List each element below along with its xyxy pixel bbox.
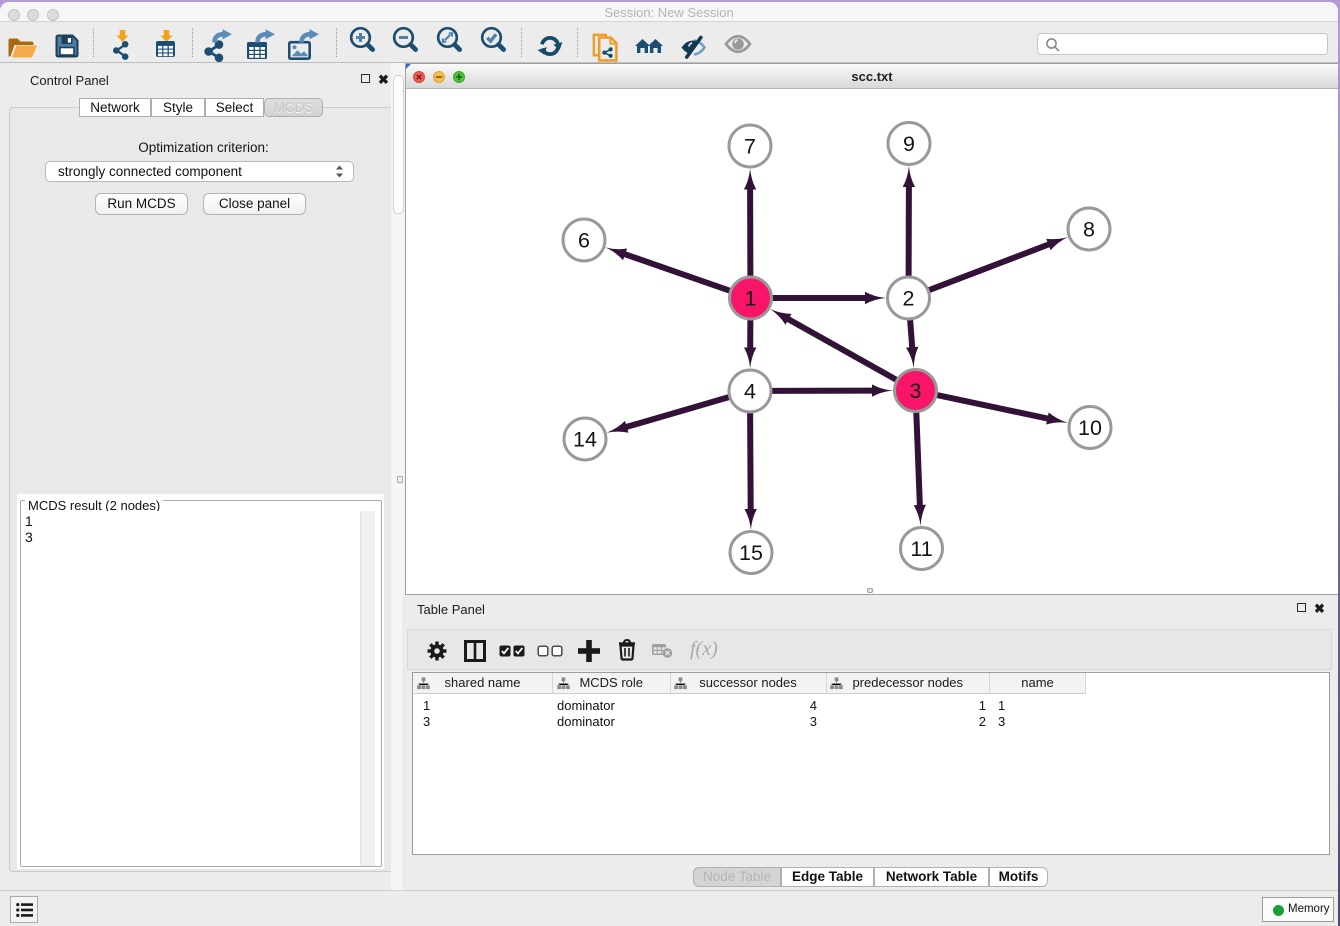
svg-text:10: 10 (1078, 416, 1102, 440)
svg-text:2: 2 (903, 287, 915, 311)
svg-text:15: 15 (739, 541, 763, 565)
svg-text:1: 1 (745, 287, 757, 311)
svg-text:11: 11 (910, 537, 932, 561)
svg-text:4: 4 (744, 380, 756, 404)
svg-text:9: 9 (903, 132, 915, 156)
svg-text:8: 8 (1083, 218, 1095, 242)
svg-text:14: 14 (573, 428, 597, 452)
svg-text:3: 3 (910, 379, 922, 403)
svg-text:6: 6 (578, 229, 590, 253)
svg-text:7: 7 (744, 135, 756, 159)
